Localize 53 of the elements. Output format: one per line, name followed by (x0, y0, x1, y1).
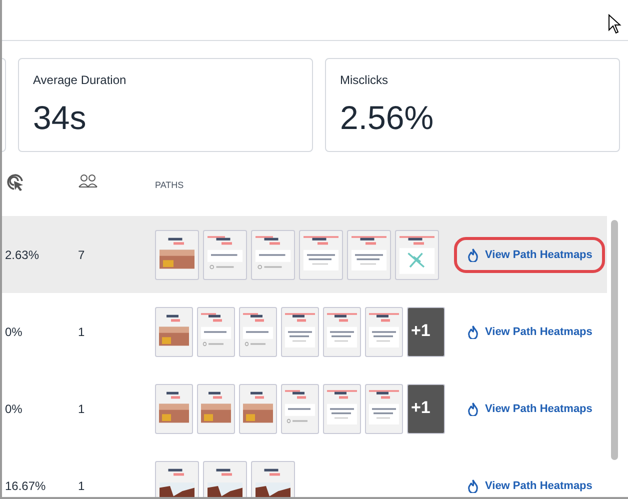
screen-thumbnail[interactable] (347, 230, 391, 280)
screen-thumbnail[interactable] (365, 384, 403, 434)
more-count: +1 (411, 398, 430, 418)
table-row[interactable]: 0% 1 +1 View Path Heatmaps (0, 293, 607, 370)
screen-thumbnail[interactable] (299, 230, 343, 280)
screen-thumbnail[interactable] (251, 230, 295, 280)
screen-thumbnail[interactable] (203, 460, 247, 499)
screen-thumbnail[interactable] (281, 384, 319, 434)
screen-thumbnail[interactable] (155, 460, 199, 499)
screen-thumbnail[interactable] (197, 384, 235, 434)
misclick-rate: 16.67% (5, 478, 46, 492)
flame-icon (467, 478, 479, 492)
flame-icon (467, 248, 479, 262)
screen-thumbnail[interactable] (197, 306, 235, 356)
misclick-rate: 0% (5, 324, 22, 338)
user-count: 1 (78, 402, 85, 416)
screen-thumbnail[interactable] (155, 384, 193, 434)
user-count: 1 (78, 478, 85, 492)
screen-thumbnail[interactable] (239, 306, 277, 356)
view-heatmaps-button[interactable]: View Path Heatmaps (457, 316, 602, 346)
screen-thumbnail[interactable] (407, 384, 445, 434)
user-count: 1 (78, 324, 85, 338)
screen-thumbnail[interactable] (251, 460, 295, 499)
screen-thumbnail[interactable] (155, 306, 193, 356)
metric-label: Misclicks (340, 73, 389, 87)
view-heatmaps-button[interactable]: View Path Heatmaps (457, 470, 602, 499)
table-row[interactable]: 2.63% 7 View Path Heatmaps (0, 216, 607, 293)
cursor-target-icon (5, 172, 25, 192)
mouse-pointer-icon (608, 14, 622, 34)
screen-thumbnail[interactable] (155, 230, 199, 280)
metric-value: 2.56% (340, 99, 435, 137)
screen-thumbnail[interactable] (203, 230, 247, 280)
screen-thumbnail[interactable] (365, 306, 403, 356)
metric-value: 34s (33, 99, 88, 137)
screen-thumbnail[interactable] (323, 306, 361, 356)
scrollbar-thumb[interactable] (611, 220, 618, 460)
more-count: +1 (411, 320, 430, 340)
flame-icon (467, 402, 479, 416)
screen-thumbnail[interactable] (239, 384, 277, 434)
screen-thumbnail[interactable] (395, 230, 439, 280)
table-row[interactable]: 0% 1 +1 View Path Heatmaps (0, 370, 607, 447)
view-heatmaps-button[interactable]: View Path Heatmaps (457, 240, 602, 270)
user-count: 7 (78, 248, 85, 262)
table-row[interactable]: 16.67% 1 View Path Heatmaps (0, 447, 607, 499)
column-header: PATHS (155, 180, 184, 190)
misclick-rate: 0% (5, 402, 22, 416)
screen-thumbnail[interactable] (281, 306, 319, 356)
screen-thumbnail[interactable] (323, 384, 361, 434)
flame-icon (467, 324, 479, 338)
screen-thumbnail[interactable] (407, 306, 445, 356)
view-heatmaps-button[interactable]: View Path Heatmaps (457, 394, 602, 424)
misclick-rate: 2.63% (5, 248, 40, 262)
metric-label: Average Duration (33, 73, 128, 87)
